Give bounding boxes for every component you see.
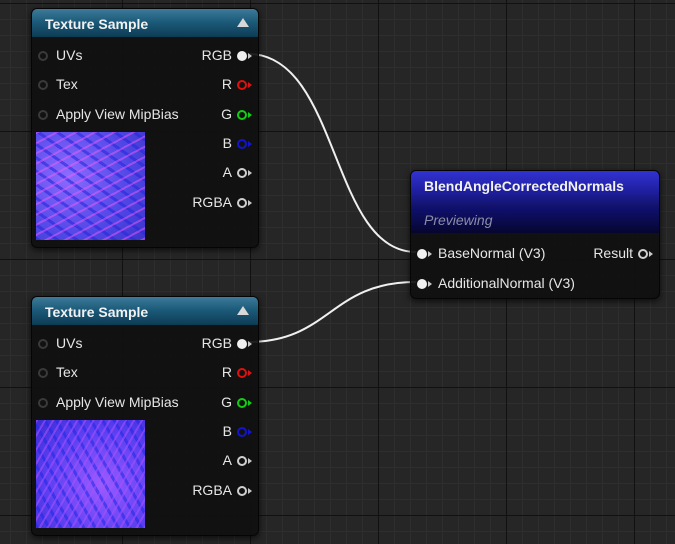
- output-pin-r[interactable]: R: [222, 362, 252, 382]
- previewing-label: Previewing: [424, 212, 493, 228]
- input-pin-uvs[interactable]: UVs: [38, 333, 82, 353]
- collapse-arrow-icon[interactable]: [237, 18, 249, 27]
- pin-arrow-icon: [248, 488, 252, 494]
- pin-icon[interactable]: [237, 168, 247, 178]
- pin-icon[interactable]: [38, 80, 48, 90]
- pin-arrow-icon: [248, 458, 252, 464]
- node-header[interactable]: BlendAngleCorrectedNormals: [411, 171, 659, 207]
- pin-icon[interactable]: [237, 339, 247, 349]
- input-pin-tex[interactable]: Tex: [38, 74, 78, 94]
- pin-icon[interactable]: [237, 486, 247, 496]
- pin-arrow-icon: [248, 200, 252, 206]
- input-pin-additional-normal[interactable]: AdditionalNormal (V3): [417, 273, 575, 293]
- pin-icon[interactable]: [237, 80, 247, 90]
- pin-arrow-icon: [248, 141, 252, 147]
- node-title: Texture Sample: [45, 16, 149, 32]
- pin-icon[interactable]: [417, 279, 427, 289]
- pin-icon[interactable]: [417, 249, 427, 259]
- pin-icon[interactable]: [38, 110, 48, 120]
- texture-sample-node-2[interactable]: Texture Sample UVs Tex Apply View MipBia…: [31, 296, 259, 536]
- pin-icon[interactable]: [38, 51, 48, 61]
- preview-band: Previewing: [411, 207, 659, 233]
- pin-icon[interactable]: [38, 339, 48, 349]
- output-pin-a[interactable]: A: [223, 450, 252, 470]
- input-pin-base-normal[interactable]: BaseNormal (V3): [417, 243, 545, 263]
- pin-icon[interactable]: [237, 51, 247, 61]
- output-pin-b[interactable]: B: [223, 133, 252, 153]
- pin-icon[interactable]: [237, 110, 247, 120]
- node-title: Texture Sample: [45, 304, 149, 320]
- output-pin-g[interactable]: G: [221, 392, 252, 412]
- pin-icon[interactable]: [237, 427, 247, 437]
- pin-icon[interactable]: [237, 456, 247, 466]
- pin-icon[interactable]: [38, 398, 48, 408]
- input-pin-uvs[interactable]: UVs: [38, 45, 82, 65]
- output-pin-rgba[interactable]: RGBA: [192, 192, 252, 212]
- input-pin-apply-view-mipbias[interactable]: Apply View MipBias: [38, 392, 179, 412]
- pin-arrow-icon: [248, 112, 252, 118]
- node-header[interactable]: Texture Sample: [32, 297, 258, 325]
- pin-arrow-icon: [248, 370, 252, 376]
- pin-arrow-icon: [649, 251, 653, 257]
- pin-icon[interactable]: [38, 368, 48, 378]
- pin-arrow-icon: [248, 53, 252, 59]
- output-pin-g[interactable]: G: [221, 104, 252, 124]
- pin-arrow-icon: [248, 400, 252, 406]
- input-pin-apply-view-mipbias[interactable]: Apply View MipBias: [38, 104, 179, 124]
- collapse-arrow-icon[interactable]: [237, 306, 249, 315]
- pin-icon[interactable]: [638, 249, 648, 259]
- output-pin-rgb[interactable]: RGB: [202, 333, 252, 353]
- blend-angle-corrected-normals-node[interactable]: BlendAngleCorrectedNormals Previewing Ba…: [410, 170, 660, 299]
- pin-arrow-icon: [428, 281, 432, 287]
- output-pin-a[interactable]: A: [223, 162, 252, 182]
- pin-arrow-icon: [248, 82, 252, 88]
- texture-sample-node-1[interactable]: Texture Sample UVs Tex Apply View MipBia…: [31, 8, 259, 248]
- pin-arrow-icon: [248, 341, 252, 347]
- texture-preview-thumbnail: [36, 132, 145, 240]
- pin-icon[interactable]: [237, 398, 247, 408]
- output-pin-r[interactable]: R: [222, 74, 252, 94]
- wire-rgb-to-additionalnormal[interactable]: [247, 281, 417, 343]
- pin-icon[interactable]: [237, 139, 247, 149]
- output-pin-rgba[interactable]: RGBA: [192, 480, 252, 500]
- pin-icon[interactable]: [237, 368, 247, 378]
- pin-arrow-icon: [248, 429, 252, 435]
- wire-rgb-to-basenormal[interactable]: [247, 53, 417, 253]
- output-pin-result[interactable]: Result: [593, 243, 653, 263]
- node-title: BlendAngleCorrectedNormals: [424, 178, 624, 194]
- output-pin-rgb[interactable]: RGB: [202, 45, 252, 65]
- output-pin-b[interactable]: B: [223, 421, 252, 441]
- pin-arrow-icon: [248, 170, 252, 176]
- texture-preview-thumbnail: [36, 420, 145, 528]
- pin-arrow-icon: [428, 251, 432, 257]
- input-pin-tex[interactable]: Tex: [38, 362, 78, 382]
- node-header[interactable]: Texture Sample: [32, 9, 258, 37]
- pin-icon[interactable]: [237, 198, 247, 208]
